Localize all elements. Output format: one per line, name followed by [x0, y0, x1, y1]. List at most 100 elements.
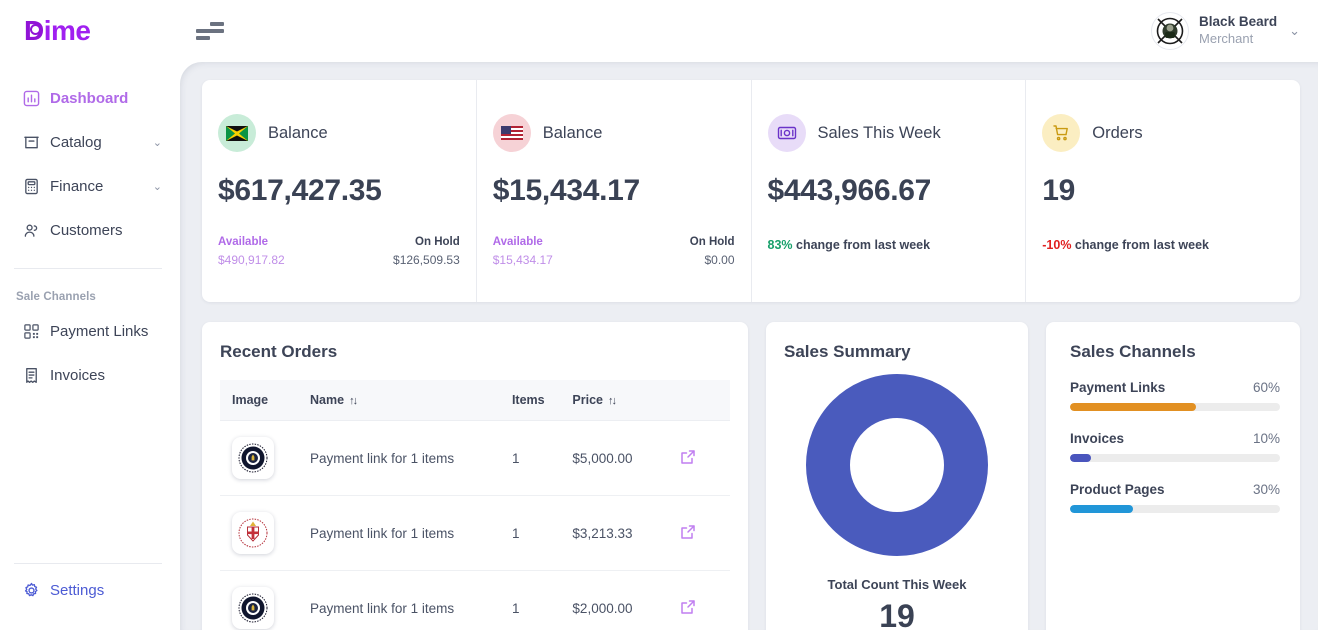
cell-items: 1	[511, 420, 573, 496]
sidebar-item-label: Finance	[50, 177, 104, 195]
pirate-emblem-avatar-icon	[1156, 17, 1184, 45]
sidebar-item-label: Catalog	[50, 133, 102, 151]
sort-arrows-icon[interactable]: ↑↓	[608, 395, 617, 407]
stat-card-balance-usd: Balance $15,434.17 Available $15,434.17 …	[477, 80, 752, 302]
chevron-down-icon[interactable]: ⌄	[153, 180, 162, 193]
sidebar-item-catalog[interactable]: Catalog ⌄	[0, 120, 180, 164]
stat-title: Orders	[1092, 123, 1143, 142]
sales-channels-card: Sales Channels Payment Links 60% Invoice…	[1046, 322, 1300, 630]
sidebar-item-settings[interactable]: Settings	[0, 570, 180, 614]
column-header-name[interactable]: Name ↑↓	[310, 380, 512, 421]
external-link-icon[interactable]	[680, 449, 696, 465]
channel-progress-track	[1070, 403, 1280, 411]
cell-price: $3,213.33	[572, 495, 680, 571]
hamburger-icon[interactable]	[196, 20, 226, 42]
stat-head: Orders	[1042, 114, 1284, 152]
cell-name: Payment link for 1 items	[310, 495, 512, 571]
cell-image	[220, 420, 311, 496]
onhold-label: On Hold	[689, 236, 735, 248]
table-head: Image Name ↑↓ Items Price ↑↓	[220, 380, 730, 421]
banknote-glyph	[777, 126, 796, 140]
calculator-icon	[22, 177, 40, 195]
stat-change: -10% change from last week	[1042, 238, 1284, 252]
channel-progress-track	[1070, 454, 1280, 462]
sort-arrows-icon[interactable]: ↑↓	[349, 395, 358, 407]
cell-action	[679, 420, 730, 496]
donut-chart-svg	[806, 374, 988, 556]
available-value: $490,917.82	[218, 253, 285, 267]
column-header-price[interactable]: Price ↑↓	[572, 380, 680, 421]
cell-image	[220, 571, 310, 630]
sidebar-item-invoices[interactable]: Invoices	[0, 353, 180, 397]
column-header-image[interactable]: Image	[220, 380, 311, 421]
order-thumbnail	[232, 512, 274, 554]
donut-slice-total[interactable]	[806, 374, 988, 556]
change-percent: 83%	[767, 238, 793, 252]
hamburger-bar-top	[210, 22, 224, 26]
sidebar-item-label: Settings	[50, 581, 105, 599]
onhold-value: $126,509.53	[393, 253, 460, 267]
stat-title: Sales This Week	[817, 123, 941, 142]
stat-title: Balance	[542, 123, 603, 142]
external-link-icon[interactable]	[680, 599, 696, 615]
sidebar-divider-bottom	[14, 563, 162, 564]
channel-row-product-pages: Product Pages 30%	[1070, 482, 1280, 513]
logo-rest: ime	[43, 15, 91, 46]
user-role: Merchant	[1199, 31, 1254, 47]
column-label: Image	[232, 393, 269, 407]
order-thumbnail	[232, 587, 274, 629]
sidebar: Dashboard Catalog ⌄ Finance ⌄ Customers …	[0, 62, 180, 630]
chevron-down-icon[interactable]: ⌄	[1289, 23, 1300, 39]
channel-progress-fill	[1070, 505, 1133, 513]
cell-action	[680, 571, 730, 630]
sidebar-section-title: Sale Channels	[16, 291, 96, 303]
cart-glyph	[1053, 125, 1069, 141]
channel-row-invoices: Invoices 10%	[1070, 431, 1280, 462]
channel-top: Invoices 10%	[1070, 431, 1280, 446]
column-label: Name	[310, 393, 345, 407]
available-col: Available $15,434.17	[493, 236, 614, 267]
summary-footer-label: Total Count This Week	[827, 577, 967, 592]
stat-card-orders: Orders 19 -10% change from last week	[1026, 80, 1300, 302]
recent-orders-card: Recent Orders Image Name ↑↓ Items Price ↑↓	[202, 322, 748, 630]
dark-crest-emblem-icon	[238, 443, 268, 473]
cell-name: Payment link for 1 items	[310, 600, 455, 616]
available-label: Available	[218, 236, 269, 248]
cell-items: 1	[511, 495, 573, 571]
table-row[interactable]: Payment link for 1 items 1 $2,000.00	[220, 571, 730, 630]
stat-card-sales-this-week: Sales This Week $443,966.67 83% change f…	[752, 80, 1027, 302]
channel-row-payment-links: Payment Links 60%	[1070, 380, 1280, 411]
column-header-action	[679, 380, 730, 421]
available-col: Available $490,917.82	[218, 236, 339, 267]
app-logo[interactable]: Dime	[24, 15, 91, 47]
sidebar-item-label: Payment Links	[50, 322, 149, 340]
chevron-down-icon[interactable]: ⌄	[153, 136, 162, 149]
table-row[interactable]: Payment link for 1 items 1 $5,000.00	[220, 420, 730, 496]
jamaica-flag-glyph	[226, 125, 248, 141]
usa-flag-icon	[492, 114, 531, 152]
table-row[interactable]: Payment link for 1 items 1 $3,213.33	[220, 495, 730, 571]
sidebar-item-customers[interactable]: Customers	[0, 208, 180, 252]
banknote-icon	[767, 114, 806, 152]
users-icon	[22, 221, 40, 239]
sidebar-item-dashboard[interactable]: Dashboard	[0, 76, 180, 120]
available-label: Available	[492, 236, 543, 248]
hamburger-bar-bottom	[196, 36, 210, 40]
stat-change: 83% change from last week	[768, 238, 1010, 252]
column-header-items[interactable]: Items	[511, 380, 573, 421]
column-label: Items	[511, 393, 545, 407]
invoice-icon	[22, 366, 40, 384]
bar-chart-icon	[22, 89, 40, 107]
external-link-icon[interactable]	[680, 524, 696, 540]
user-menu[interactable]: Black Beard Merchant ⌄	[1151, 12, 1318, 50]
sidebar-item-payment-links[interactable]: Payment Links	[0, 309, 180, 353]
sidebar-item-finance[interactable]: Finance ⌄	[0, 164, 180, 208]
shopping-cart-icon	[1042, 114, 1081, 152]
channel-top: Payment Links 60%	[1070, 380, 1280, 395]
cell-name: Payment link for 1 items	[310, 420, 512, 496]
change-text: change from last week	[792, 238, 931, 252]
available-value: $15,434.17	[492, 253, 553, 267]
stat-card-balance-jmd: Balance $617,427.35 Available $490,917.8…	[202, 80, 477, 302]
recent-orders-title: Recent Orders	[220, 342, 338, 361]
lower-row: Recent Orders Image Name ↑↓ Items Price ↑↓	[202, 322, 1300, 630]
